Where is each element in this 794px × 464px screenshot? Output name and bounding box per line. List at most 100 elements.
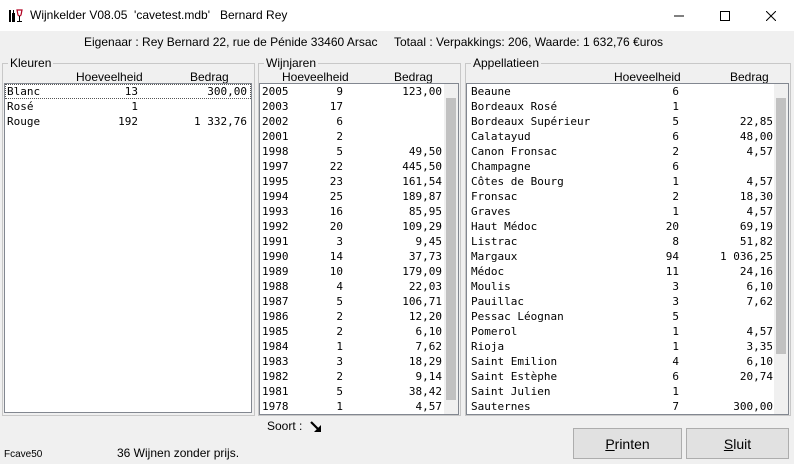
appellaties-qty-cell: 7 bbox=[672, 400, 679, 413]
wijnjaren-qty-cell: 6 bbox=[336, 115, 343, 128]
appellaties-qty-cell: 5 bbox=[672, 115, 679, 128]
wijnjaren-scroll-thumb[interactable] bbox=[446, 98, 456, 400]
appellaties-amount-cell: 24,16 bbox=[739, 265, 773, 278]
appellaties-row[interactable]: Moulis 3 6,10 bbox=[467, 279, 774, 294]
appellaties-name-cell: Fronsac bbox=[471, 190, 518, 203]
appellaties-row[interactable]: Saint Julien 1 bbox=[467, 384, 774, 399]
wijnjaren-row[interactable]: 1991 3 9,45 bbox=[260, 234, 444, 249]
appellaties-row[interactable]: Pomerol 1 4,57 bbox=[467, 324, 774, 339]
appellaties-name-cell: Listrac bbox=[471, 235, 518, 248]
appellaties-row[interactable]: Champagne 6 bbox=[467, 159, 774, 174]
kleuren-qty-cell: 13 bbox=[124, 85, 138, 98]
appellaties-name-cell: Pauillac bbox=[471, 295, 524, 308]
wijnjaren-row[interactable]: 1994 25 189,87 bbox=[260, 189, 444, 204]
kleuren-row[interactable]: Rouge 192 1 332,76 bbox=[5, 114, 251, 129]
appellaties-row[interactable]: Bordeaux Rosé 1 bbox=[467, 99, 774, 114]
appellaties-row[interactable]: Saint Estèphe 6 20,74 bbox=[467, 369, 774, 384]
maximize-button[interactable] bbox=[702, 0, 748, 31]
wijnjaren-name-cell: 1978 bbox=[262, 400, 289, 413]
appellaties-qty-cell: 3 bbox=[672, 295, 679, 308]
window-title: Wijnkelder V08.05 'cavetest.mdb' Bernard… bbox=[30, 8, 288, 22]
wijnjaren-row[interactable]: 1993 16 85,95 bbox=[260, 204, 444, 219]
print-button[interactable]: Printen bbox=[573, 428, 682, 459]
wijnjaren-row[interactable]: 2005 9 123,00 bbox=[260, 84, 444, 99]
kleuren-name-cell: Blanc bbox=[7, 85, 41, 98]
kleuren-qty-header: Hoeveelheid bbox=[76, 70, 143, 84]
wijnjaren-row[interactable]: 1995 23 161,54 bbox=[260, 174, 444, 189]
wijnjaren-row[interactable]: 1988 4 22,03 bbox=[260, 279, 444, 294]
close-window-button[interactable] bbox=[748, 0, 794, 31]
kleuren-name-cell: Rouge bbox=[7, 115, 41, 128]
appellaties-name-cell: Margaux bbox=[471, 250, 518, 263]
wijnjaren-qty-cell: 2 bbox=[336, 325, 343, 338]
sort-label: Soort : bbox=[267, 419, 303, 433]
appellaties-row[interactable]: Pauillac 3 7,62 bbox=[467, 294, 774, 309]
kleuren-row[interactable]: Blanc 13 300,00 bbox=[5, 84, 251, 99]
wijnjaren-row[interactable]: 1987 5 106,71 bbox=[260, 294, 444, 309]
minimize-button[interactable] bbox=[656, 0, 702, 31]
appellaties-row[interactable]: Sauternes 7 300,00 bbox=[467, 399, 774, 414]
appellaties-row[interactable]: Haut Médoc 20 69,19 bbox=[467, 219, 774, 234]
appellaties-row[interactable]: Listrac 8 51,82 bbox=[467, 234, 774, 249]
appellaties-row[interactable]: Graves 1 4,57 bbox=[467, 204, 774, 219]
appellaties-amount-header: Bedrag bbox=[730, 70, 769, 84]
wijnjaren-amount-cell: 85,95 bbox=[408, 205, 442, 218]
appellaties-row[interactable]: Beaune 6 bbox=[467, 84, 774, 99]
wijnjaren-row[interactable]: 1981 5 38,42 bbox=[260, 384, 444, 399]
wijnjaren-row[interactable]: 1982 2 9,14 bbox=[260, 369, 444, 384]
kleuren-legend: Kleuren bbox=[8, 56, 54, 70]
appellaties-qty-cell: 20 bbox=[665, 220, 679, 233]
appellaties-row[interactable]: Canon Fronsac 2 4,57 bbox=[467, 144, 774, 159]
appellaties-amount-cell: 7,62 bbox=[746, 295, 774, 308]
appellaties-name-cell: Saint Estèphe bbox=[471, 370, 558, 383]
appellaties-row[interactable]: Pessac Léognan 5 bbox=[467, 309, 774, 324]
wijnjaren-row[interactable]: 2003 17 bbox=[260, 99, 444, 114]
wijnjaren-qty-cell: 2 bbox=[336, 130, 343, 143]
appellaties-name-cell: Saint Emilion bbox=[471, 355, 558, 368]
appellaties-row[interactable]: Côtes de Bourg 1 4,57 bbox=[467, 174, 774, 189]
wijnjaren-name-cell: 1982 bbox=[262, 370, 289, 383]
kleuren-rows: Blanc 13 300,00 Rosé 1 Rouge 192 1 332,76 bbox=[5, 84, 251, 129]
sort-descending-arrow-icon[interactable] bbox=[310, 421, 322, 433]
appellaties-row[interactable]: Saint Emilion 4 6,10 bbox=[467, 354, 774, 369]
appellaties-rows: Beaune 6 Bordeaux Rosé 1 Bordeaux Supérieur 5… bbox=[467, 84, 774, 414]
close-button[interactable]: Sluit bbox=[686, 428, 789, 459]
wijnjaren-qty-cell: 5 bbox=[336, 385, 343, 398]
kleuren-row[interactable]: Rosé 1 bbox=[5, 99, 251, 114]
wijnjaren-row[interactable]: 1990 14 37,73 bbox=[260, 249, 444, 264]
wijnjaren-row[interactable]: 2001 2 bbox=[260, 129, 444, 144]
wijnjaren-qty-cell: 2 bbox=[336, 310, 343, 323]
wijnjaren-row[interactable]: 1978 1 4,57 bbox=[260, 399, 444, 414]
wijnjaren-row[interactable]: 1989 10 179,09 bbox=[260, 264, 444, 279]
appellaties-amount-cell: 69,19 bbox=[739, 220, 773, 233]
appellaties-row[interactable]: Margaux 94 1 036,25 bbox=[467, 249, 774, 264]
appellaties-amount-cell: 4,57 bbox=[746, 145, 774, 158]
wijnjaren-listbox[interactable]: 2005 9 123,00 2003 17 2002 6 2001 2 1998 5 49,50 199… bbox=[259, 83, 459, 415]
appellaties-row[interactable]: Rioja 1 3,35 bbox=[467, 339, 774, 354]
appellaties-qty-cell: 1 bbox=[672, 175, 679, 188]
kleuren-amount-cell: 300,00 bbox=[207, 85, 247, 98]
wijnjaren-row[interactable]: 1985 2 6,10 bbox=[260, 324, 444, 339]
wijnjaren-row[interactable]: 1983 3 18,29 bbox=[260, 354, 444, 369]
appellaties-qty-cell: 5 bbox=[672, 310, 679, 323]
kleuren-listbox[interactable]: Blanc 13 300,00 Rosé 1 Rouge 192 1 332,76 bbox=[4, 83, 252, 413]
appellaties-row[interactable]: Calatayud 6 48,00 bbox=[467, 129, 774, 144]
appellaties-row[interactable]: Bordeaux Supérieur 5 22,85 bbox=[467, 114, 774, 129]
wijnjaren-row[interactable]: 1997 22 445,50 bbox=[260, 159, 444, 174]
appellaties-scroll-thumb[interactable] bbox=[776, 98, 786, 354]
appellaties-qty-cell: 1 bbox=[672, 100, 679, 113]
appellaties-row[interactable]: Fronsac 2 18,30 bbox=[467, 189, 774, 204]
wijnjaren-qty-cell: 3 bbox=[336, 355, 343, 368]
wijnjaren-name-cell: 1994 bbox=[262, 190, 289, 203]
wijnjaren-name-cell: 2001 bbox=[262, 130, 289, 143]
wijnjaren-scrollbar[interactable] bbox=[444, 84, 458, 414]
appellaties-scrollbar[interactable] bbox=[774, 84, 788, 414]
wijnjaren-row[interactable]: 1998 5 49,50 bbox=[260, 144, 444, 159]
appellaties-listbox[interactable]: Beaune 6 Bordeaux Rosé 1 Bordeaux Supérieur 5… bbox=[466, 83, 789, 415]
appellaties-amount-cell: 300,00 bbox=[733, 400, 773, 413]
wijnjaren-row[interactable]: 1984 1 7,62 bbox=[260, 339, 444, 354]
wijnjaren-row[interactable]: 1986 2 12,20 bbox=[260, 309, 444, 324]
appellaties-row[interactable]: Médoc 11 24,16 bbox=[467, 264, 774, 279]
wijnjaren-row[interactable]: 2002 6 bbox=[260, 114, 444, 129]
wijnjaren-row[interactable]: 1992 20 109,29 bbox=[260, 219, 444, 234]
